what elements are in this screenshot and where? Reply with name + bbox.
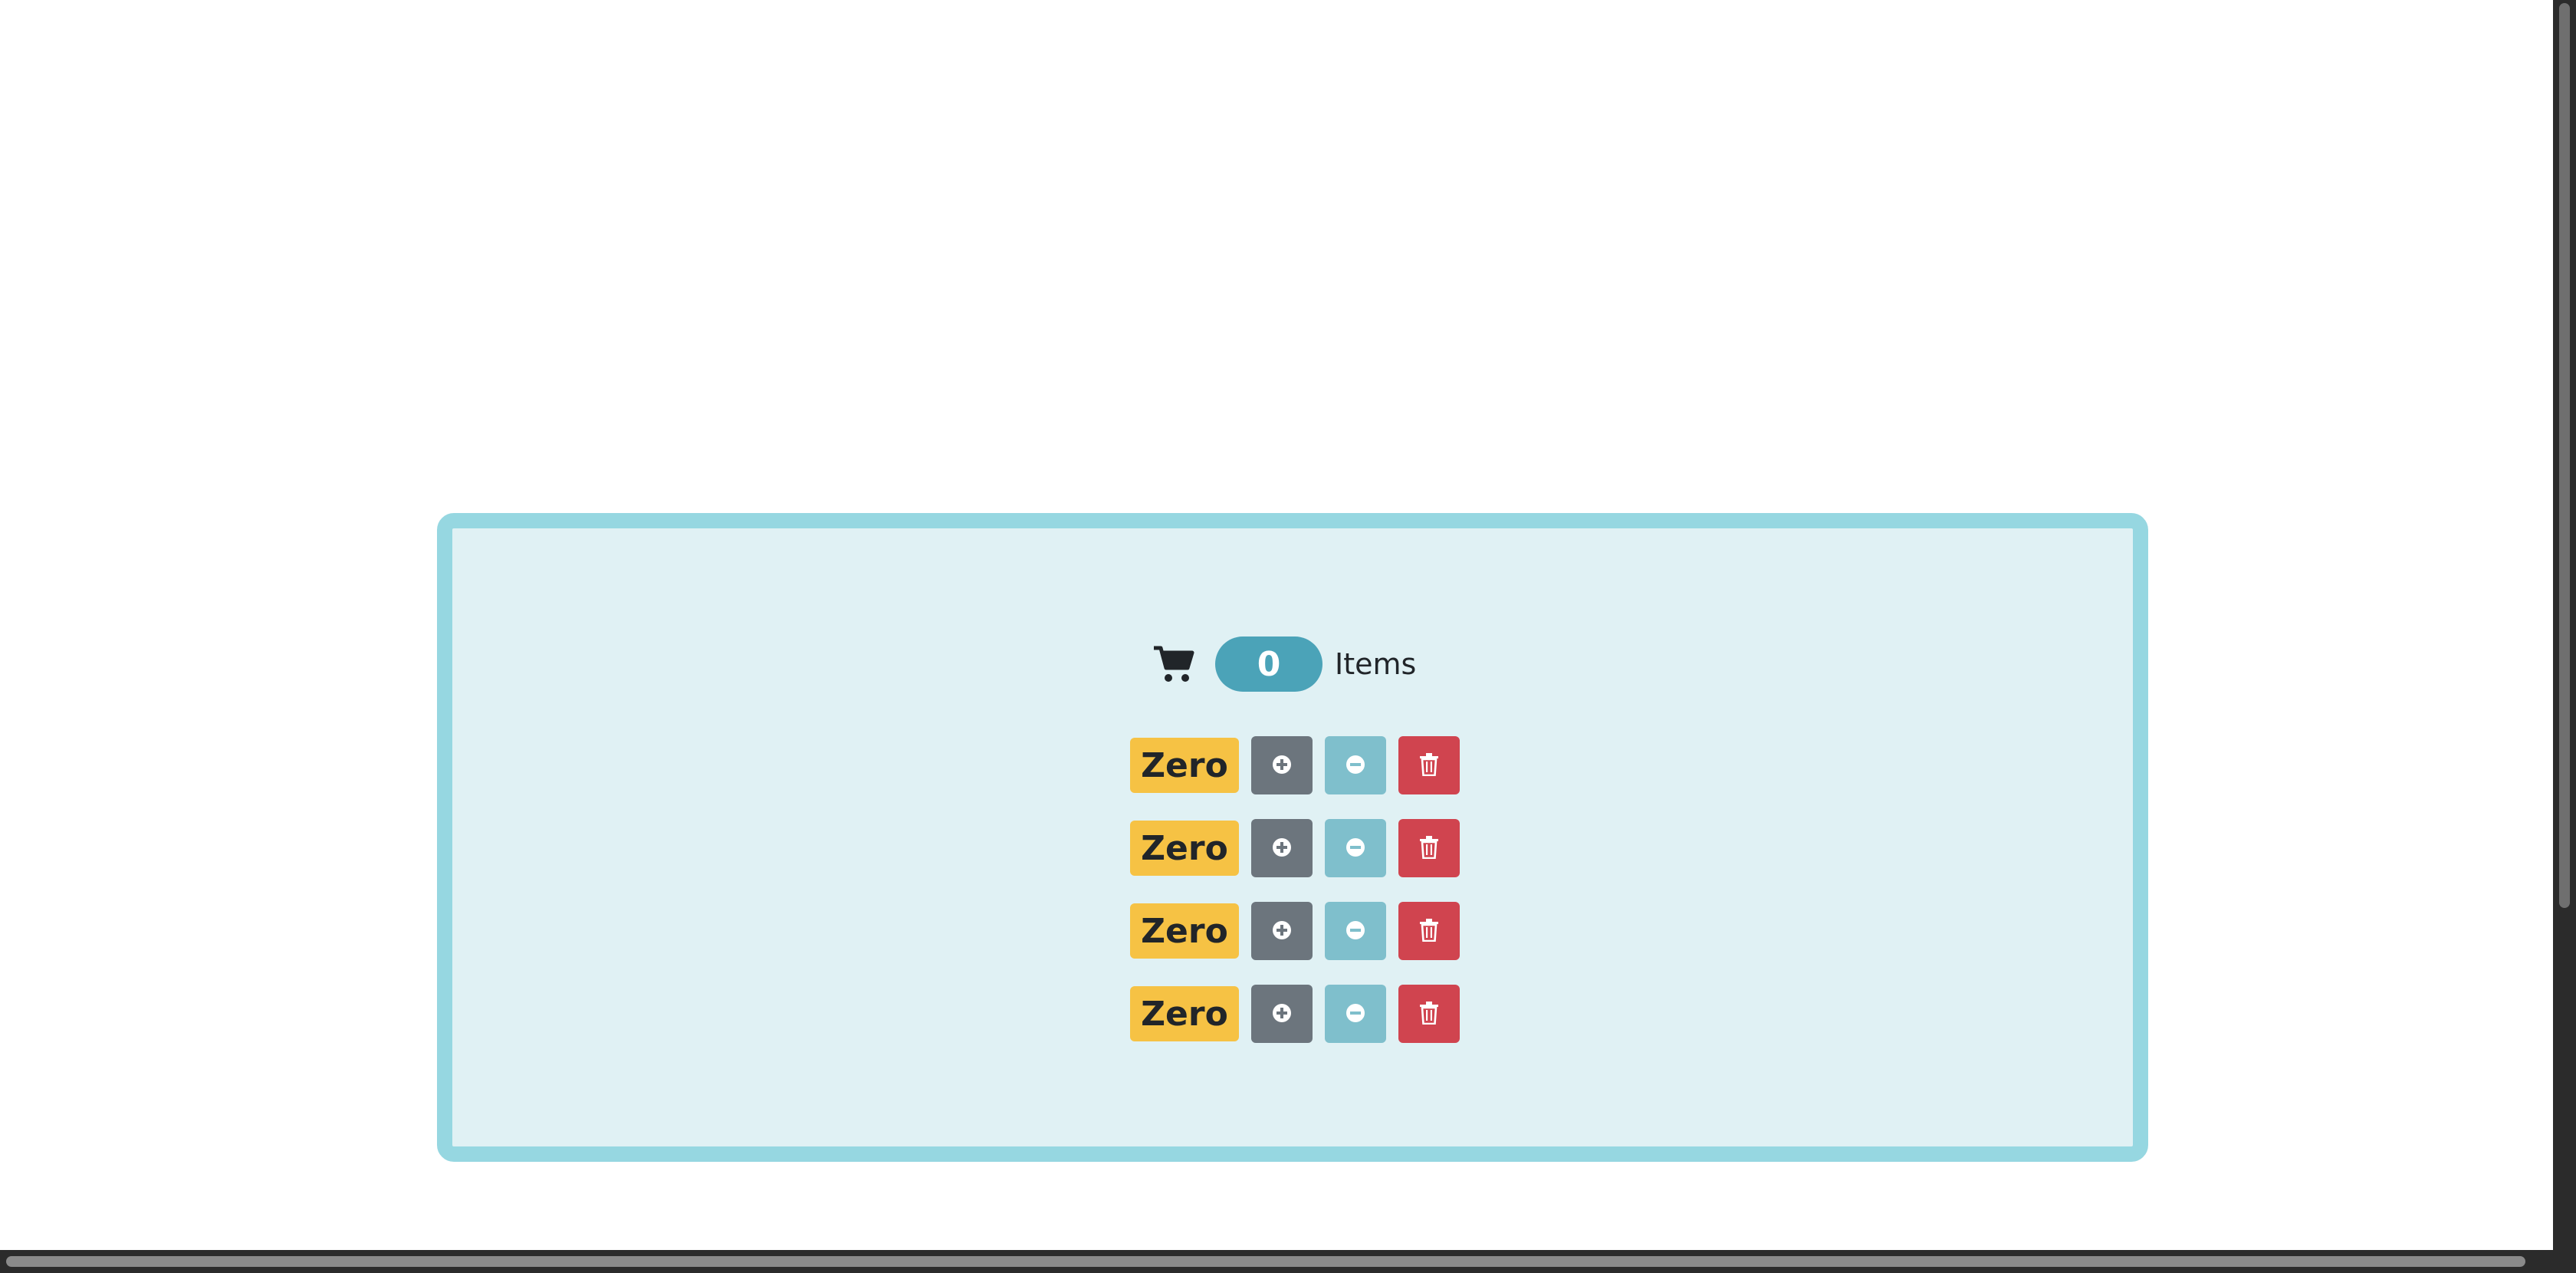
- increment-button[interactable]: [1251, 819, 1313, 877]
- counter-value-badge: Zero: [1130, 903, 1239, 959]
- decrement-button[interactable]: [1325, 902, 1386, 960]
- vertical-scrollbar-thumb[interactable]: [2559, 3, 2570, 908]
- decrement-button[interactable]: [1325, 985, 1386, 1043]
- minus-circle-icon: [1345, 837, 1366, 860]
- minus-circle-icon: [1345, 1002, 1366, 1026]
- counter-row: Zero: [1130, 985, 1472, 1043]
- counter-value-badge: Zero: [1130, 986, 1239, 1041]
- vertical-scrollbar[interactable]: [2553, 0, 2576, 1250]
- minus-circle-icon: [1345, 754, 1366, 778]
- counter-row: Zero: [1130, 736, 1472, 794]
- scrollbar-corner: [2553, 1250, 2576, 1273]
- horizontal-scrollbar-thumb[interactable]: [6, 1256, 2525, 1267]
- item-count-label: Items: [1335, 647, 1417, 681]
- decrement-button[interactable]: [1325, 736, 1386, 794]
- increment-button[interactable]: [1251, 985, 1313, 1043]
- counter-row: Zero: [1130, 902, 1472, 960]
- increment-button[interactable]: [1251, 736, 1313, 794]
- trash-icon: [1419, 752, 1439, 778]
- delete-button[interactable]: [1398, 902, 1460, 960]
- trash-icon: [1419, 835, 1439, 861]
- delete-button[interactable]: [1398, 736, 1460, 794]
- cart-summary: 0 Items: [1152, 636, 1416, 692]
- counter-value-badge: Zero: [1130, 738, 1239, 793]
- trash-icon: [1419, 1001, 1439, 1027]
- item-count-badge: 0: [1215, 636, 1322, 692]
- decrement-button[interactable]: [1325, 819, 1386, 877]
- minus-circle-icon: [1345, 919, 1366, 943]
- plus-circle-icon: [1271, 919, 1293, 943]
- plus-circle-icon: [1271, 837, 1293, 860]
- page-viewport: 0 Items Zero Zero Zero Zero: [0, 0, 2553, 1250]
- delete-button[interactable]: [1398, 819, 1460, 877]
- increment-button[interactable]: [1251, 902, 1313, 960]
- counter-value-badge: Zero: [1130, 821, 1239, 876]
- counter-list: Zero Zero Zero Zero: [1130, 736, 1472, 1067]
- delete-button[interactable]: [1398, 985, 1460, 1043]
- plus-circle-icon: [1271, 754, 1293, 778]
- horizontal-scrollbar[interactable]: [0, 1250, 2553, 1273]
- cart-icon: [1152, 645, 1195, 683]
- trash-icon: [1419, 918, 1439, 944]
- plus-circle-icon: [1271, 1002, 1293, 1026]
- counter-row: Zero: [1130, 819, 1472, 877]
